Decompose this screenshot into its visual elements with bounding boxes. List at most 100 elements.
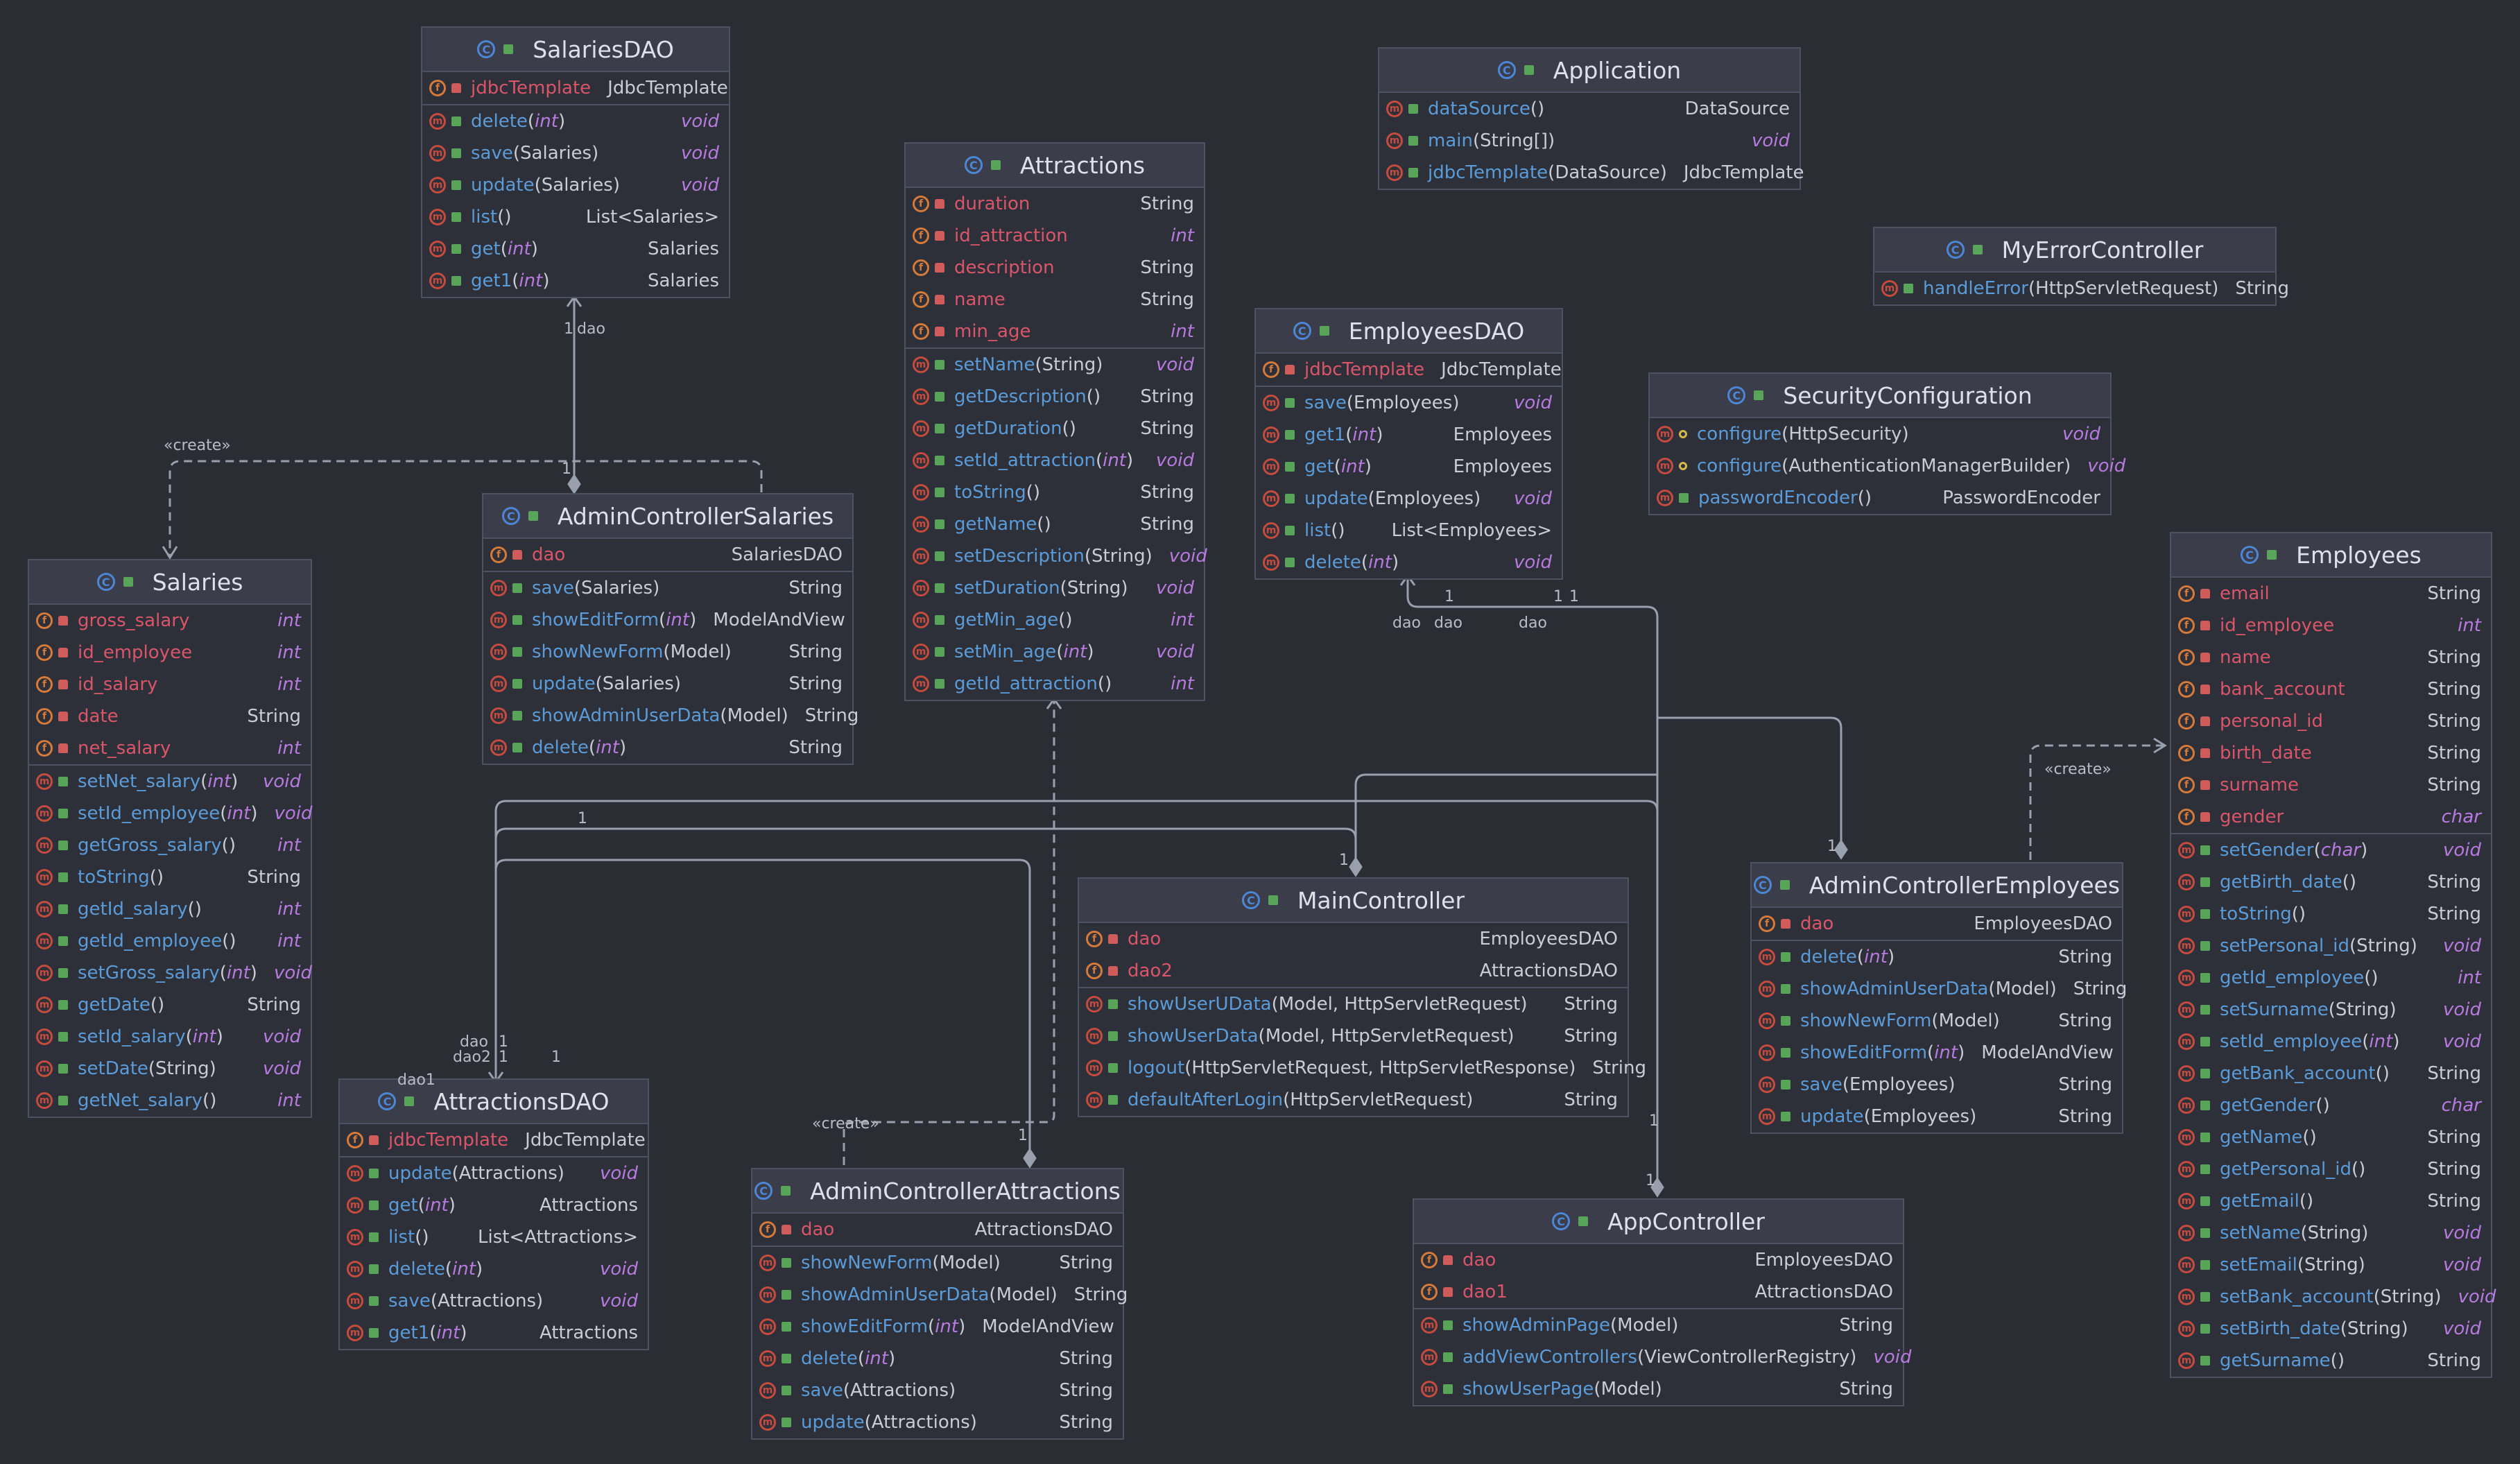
method-row[interactable]: m setPersonal_id(String) void xyxy=(2171,930,2491,962)
method-row[interactable]: m get(int) Employees xyxy=(1256,451,1562,483)
field-row[interactable]: f duration String xyxy=(906,188,1204,220)
method-row[interactable]: m delete(int) void xyxy=(422,105,729,137)
method-row[interactable]: m getDuration() String xyxy=(906,413,1204,445)
method-row[interactable]: m update(Attractions) String xyxy=(752,1406,1123,1438)
field-row[interactable]: f dao EmployeesDAO xyxy=(1079,923,1628,955)
method-row[interactable]: m jdbcTemplate(DataSource) JdbcTemplate xyxy=(1379,157,1804,189)
method-row[interactable]: m setGross_salary(int) void xyxy=(29,957,312,989)
field-row[interactable]: f birth_date String xyxy=(2171,737,2491,769)
field-row[interactable]: f email String xyxy=(2171,578,2491,610)
method-row[interactable]: m showUserData(Model, HttpServletRequest)… xyxy=(1079,1020,1628,1052)
method-row[interactable]: m getId_salary() int xyxy=(29,893,311,925)
method-row[interactable]: m delete(int) String xyxy=(752,1343,1123,1375)
method-row[interactable]: m getPersonal_id() String xyxy=(2171,1153,2491,1185)
method-row[interactable]: m getName() String xyxy=(906,508,1204,540)
method-row[interactable]: m logout(HttpServletRequest, HttpServletR… xyxy=(1079,1052,1646,1084)
field-row[interactable]: f date String xyxy=(29,700,311,732)
method-row[interactable]: m delete(int) void xyxy=(1256,546,1562,578)
method-row[interactable]: m showEditForm(int) ModelAndView xyxy=(1752,1037,2122,1069)
class-salaries[interactable]: C Salaries f gross_salary int f id_employee int… xyxy=(28,559,313,1118)
method-row[interactable]: m getGross_salary() int xyxy=(29,829,311,861)
method-row[interactable]: m delete(int) void xyxy=(340,1253,648,1285)
method-row[interactable]: m setMin_age(int) void xyxy=(906,636,1204,668)
method-row[interactable]: m list() List<Employees> xyxy=(1256,515,1562,546)
method-row[interactable]: m save(Employees) void xyxy=(1256,387,1562,419)
method-row[interactable]: m save(Attractions) void xyxy=(340,1285,648,1317)
method-row[interactable]: m showNewForm(Model) String xyxy=(483,636,852,668)
method-row[interactable]: m save(Attractions) String xyxy=(752,1375,1123,1406)
field-row[interactable]: f jdbcTemplate JdbcTemplate xyxy=(1256,354,1562,386)
field-row[interactable]: f id_employee int xyxy=(29,637,311,669)
method-row[interactable]: m getName() String xyxy=(2171,1121,2491,1153)
method-row[interactable]: m get(int) Salaries xyxy=(422,233,729,265)
method-row[interactable]: m showAdminUserData(Model) String xyxy=(483,700,858,732)
method-row[interactable]: m setBirth_date(String) void xyxy=(2171,1313,2491,1345)
field-row[interactable]: f name String xyxy=(906,284,1204,316)
method-row[interactable]: m getId_attraction() int xyxy=(906,668,1204,700)
class-employees-dao[interactable]: C EmployeesDAO f jdbcTemplate JdbcTemplate m s… xyxy=(1254,308,1563,580)
method-row[interactable]: m update(Employees) String xyxy=(1752,1101,2122,1133)
field-row[interactable]: f surname String xyxy=(2171,769,2491,801)
class-admin-controller-attractions[interactable]: C AdminControllerAttractions f dao Attractio… xyxy=(751,1168,1128,1440)
class-my-error-controller[interactable]: C MyErrorController m handleError(HttpServl… xyxy=(1873,227,2289,306)
field-row[interactable]: f jdbcTemplate JdbcTemplate xyxy=(340,1124,648,1156)
method-row[interactable]: m delete(int) String xyxy=(483,732,852,764)
method-row[interactable]: m setDescription(String) void xyxy=(906,540,1207,572)
field-row[interactable]: f net_salary int xyxy=(29,732,311,764)
method-row[interactable]: m showNewForm(Model) String xyxy=(752,1247,1123,1279)
method-row[interactable]: m toString() String xyxy=(29,861,311,893)
method-row[interactable]: m setBank_account(String) void xyxy=(2171,1281,2496,1313)
method-row[interactable]: m defaultAfterLogin(HttpServletRequest) St… xyxy=(1079,1084,1628,1116)
method-row[interactable]: m update(Attractions) void xyxy=(340,1157,648,1189)
class-admin-controller-salaries[interactable]: C AdminControllerSalaries f dao SalariesDAO m… xyxy=(482,493,858,765)
method-row[interactable]: m get1(int) Salaries xyxy=(422,265,729,297)
field-row[interactable]: f id_attraction int xyxy=(906,220,1204,252)
method-row[interactable]: m configure(AuthenticationManagerBuilder)… xyxy=(1650,450,2125,482)
method-row[interactable]: m getId_employee() int xyxy=(2171,962,2491,994)
field-row[interactable]: f personal_id String xyxy=(2171,705,2491,737)
method-row[interactable]: m setId_employee(int) void xyxy=(2171,1026,2491,1058)
method-row[interactable]: m save(Salaries) void xyxy=(422,137,729,169)
method-row[interactable]: m setId_attraction(int) void xyxy=(906,445,1204,476)
class-employees[interactable]: C Employees f email String f id_employee int f na… xyxy=(2170,532,2496,1378)
method-row[interactable]: m showEditForm(int) ModelAndView xyxy=(483,604,852,636)
method-row[interactable]: m handleError(HttpServletRequest) String xyxy=(1874,273,2289,304)
method-row[interactable]: m main(String[]) void xyxy=(1379,125,1800,157)
method-row[interactable]: m showUserUData(Model, HttpServletRequest… xyxy=(1079,988,1628,1020)
field-row[interactable]: f dao EmployeesDAO xyxy=(1752,908,2122,940)
method-row[interactable]: m passwordEncoder() PasswordEncoder xyxy=(1650,482,2110,514)
method-row[interactable]: m addViewControllers(ViewControllerRegist… xyxy=(1414,1341,1911,1373)
method-row[interactable]: m setId_employee(int) void xyxy=(29,798,313,829)
method-row[interactable]: m list() List<Attractions> xyxy=(340,1221,648,1253)
method-row[interactable]: m get1(int) Attractions xyxy=(340,1317,648,1349)
class-main-controller[interactable]: C MainController f dao EmployeesDAO f dao2 Attr… xyxy=(1078,877,1646,1117)
field-row[interactable]: f dao AttractionsDAO xyxy=(752,1214,1123,1246)
method-row[interactable]: m get1(int) Employees xyxy=(1256,419,1562,451)
method-row[interactable]: m update(Employees) void xyxy=(1256,483,1562,515)
method-row[interactable]: m dataSource() DataSource xyxy=(1379,93,1800,125)
field-row[interactable]: f dao EmployeesDAO xyxy=(1414,1244,1903,1276)
method-row[interactable]: m showAdminUserData(Model) String xyxy=(1752,973,2127,1005)
method-row[interactable]: m getGender() char xyxy=(2171,1090,2491,1121)
method-row[interactable]: m setId_salary(int) void xyxy=(29,1021,311,1053)
method-row[interactable]: m save(Employees) String xyxy=(1752,1069,2122,1101)
field-row[interactable]: f jdbcTemplate JdbcTemplate xyxy=(422,72,729,104)
method-row[interactable]: m getSurname() String xyxy=(2171,1345,2491,1377)
field-row[interactable]: f gross_salary int xyxy=(29,605,311,637)
class-application[interactable]: C Application m dataSource() DataSource m main… xyxy=(1378,47,1804,190)
class-attractions[interactable]: C Attractions f duration String f id_attractio… xyxy=(904,142,1207,701)
method-row[interactable]: m getDate() String xyxy=(29,989,311,1021)
field-row[interactable]: f name String xyxy=(2171,641,2491,673)
class-admin-controller-employees[interactable]: C AdminControllerEmployees f dao EmployeesDA… xyxy=(1750,862,2127,1134)
method-row[interactable]: m showAdminUserData(Model) String xyxy=(752,1279,1128,1311)
method-row[interactable]: m update(Salaries) void xyxy=(422,169,729,201)
method-row[interactable]: m get(int) Attractions xyxy=(340,1189,648,1221)
method-row[interactable]: m toString() String xyxy=(906,476,1204,508)
method-row[interactable]: m getBirth_date() String xyxy=(2171,866,2491,898)
method-row[interactable]: m setEmail(String) void xyxy=(2171,1249,2491,1281)
field-row[interactable]: f id_employee int xyxy=(2171,610,2491,641)
class-attractions-dao[interactable]: C AttractionsDAO f jdbcTemplate JdbcTemplate… xyxy=(338,1078,649,1350)
field-row[interactable]: f description String xyxy=(906,252,1204,284)
method-row[interactable]: m save(Salaries) String xyxy=(483,572,852,604)
method-row[interactable]: m setName(String) void xyxy=(906,349,1204,381)
